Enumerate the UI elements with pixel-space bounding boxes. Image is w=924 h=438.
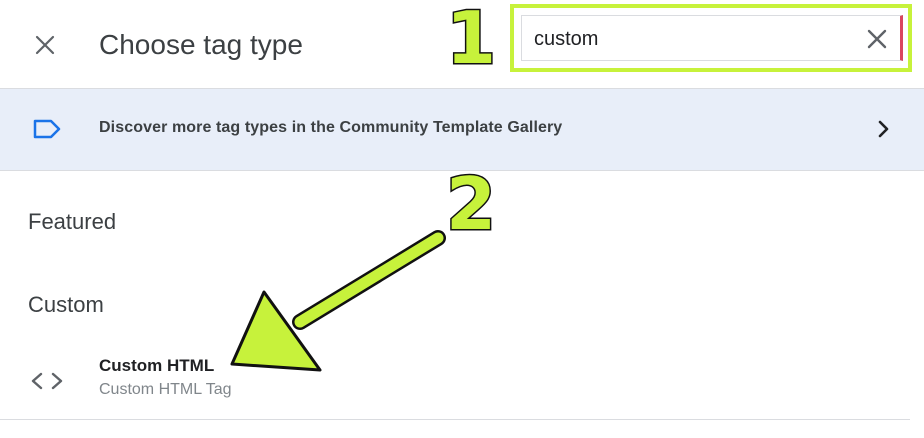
- close-icon: [867, 29, 887, 49]
- search-clear-button[interactable]: [862, 24, 892, 54]
- annotation-step-1: 1: [444, 0, 497, 80]
- chevron-right-icon: [878, 120, 889, 138]
- search-input[interactable]: [534, 24, 854, 54]
- annotation-step-2: 2: [444, 162, 497, 246]
- banner-label: Discover more tag types in the Community…: [99, 119, 563, 136]
- code-icon: [31, 372, 63, 390]
- search-field: [521, 15, 903, 61]
- custom-heading: Custom: [28, 292, 104, 317]
- search-highlight-box: [510, 4, 912, 72]
- choose-tag-type-panel: Choose tag type Discover more tag types …: [0, 0, 924, 438]
- community-gallery-banner[interactable]: Discover more tag types in the Community…: [0, 88, 924, 171]
- page-title: Choose tag type: [99, 29, 303, 60]
- list-item-custom-html[interactable]: Custom HTML Custom HTML Tag: [0, 340, 910, 420]
- close-button[interactable]: [26, 26, 64, 64]
- list-item-subtitle: Custom HTML Tag: [99, 381, 232, 398]
- list-item-title: Custom HTML: [99, 356, 215, 375]
- tag-icon: [33, 119, 61, 139]
- close-icon: [35, 35, 55, 55]
- featured-heading: Featured: [28, 209, 117, 234]
